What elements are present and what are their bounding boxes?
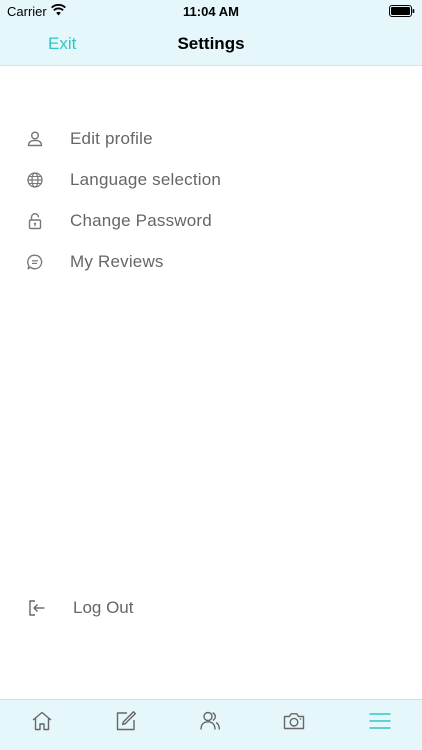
menu-item-label: My Reviews bbox=[70, 252, 164, 271]
menu-icon bbox=[369, 713, 391, 729]
tab-home[interactable] bbox=[0, 700, 84, 750]
menu-item-edit-profile[interactable]: Edit profile bbox=[0, 119, 422, 160]
globe-icon bbox=[26, 171, 44, 189]
menu-item-change-password[interactable]: Change Password bbox=[0, 201, 422, 242]
menu-item-label: Language selection bbox=[70, 170, 222, 189]
camera-icon bbox=[283, 713, 305, 730]
chat-bubble-icon bbox=[26, 253, 44, 271]
tab-menu[interactable] bbox=[338, 700, 422, 750]
menu-item-label: Change Password bbox=[70, 211, 212, 230]
edit-icon bbox=[116, 711, 136, 731]
battery-icon bbox=[389, 5, 415, 17]
logout-icon bbox=[27, 598, 47, 618]
status-time: 11:04 AM bbox=[183, 4, 239, 19]
home-icon bbox=[32, 711, 52, 731]
menu-item-label: Edit profile bbox=[70, 129, 153, 148]
status-bar: Carrier 11:04 AM bbox=[0, 0, 422, 22]
users-icon bbox=[200, 711, 220, 730]
lock-icon bbox=[26, 212, 44, 230]
menu-item-my-reviews[interactable]: My Reviews bbox=[0, 242, 422, 283]
user-icon bbox=[26, 130, 44, 148]
tab-bar bbox=[0, 699, 422, 750]
settings-menu: Edit profile Language selection Change P… bbox=[0, 119, 422, 283]
tab-camera[interactable] bbox=[252, 700, 336, 750]
tab-edit[interactable] bbox=[84, 700, 168, 750]
menu-item-language-selection[interactable]: Language selection bbox=[0, 160, 422, 201]
top-bar: Carrier 11:04 AM Exit Settings bbox=[0, 0, 422, 66]
logout-label: Log Out bbox=[73, 598, 134, 617]
page-title: Settings bbox=[177, 34, 245, 53]
navigation-bar: Exit Settings bbox=[0, 22, 422, 66]
tab-users[interactable] bbox=[168, 700, 252, 750]
logout-button[interactable]: Log Out bbox=[0, 593, 422, 623]
